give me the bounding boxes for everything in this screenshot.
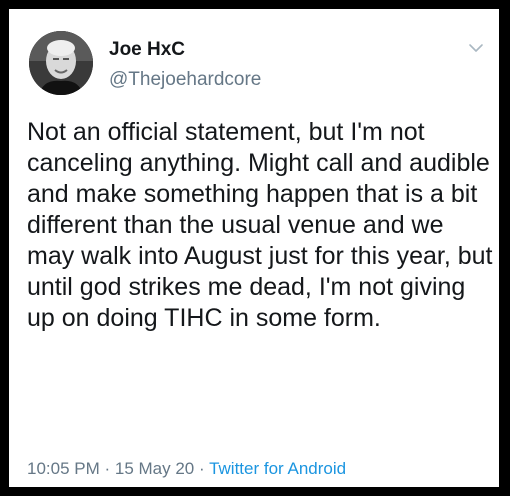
meta-separator: ·	[99, 459, 115, 478]
display-name[interactable]: Joe HxC	[109, 39, 185, 61]
tweet-time[interactable]: 10:05 PM	[27, 459, 100, 478]
tweet-text: Not an official statement, but I'm not c…	[27, 118, 500, 332]
tweet-source-link[interactable]: Twitter for Android	[209, 459, 346, 478]
avatar[interactable]	[29, 31, 93, 95]
tweet-card: Joe HxC @Thejoehardcore Not an official …	[9, 9, 499, 487]
meta-separator: ·	[194, 459, 210, 478]
tweet-date[interactable]: 15 May 20	[115, 459, 194, 478]
user-handle[interactable]: @Thejoehardcore	[109, 69, 261, 91]
profile-photo-icon	[29, 31, 93, 95]
tweet-meta: 10:05 PM · 15 May 20 · Twitter for Andro…	[27, 459, 346, 479]
chevron-down-icon[interactable]	[467, 39, 485, 57]
